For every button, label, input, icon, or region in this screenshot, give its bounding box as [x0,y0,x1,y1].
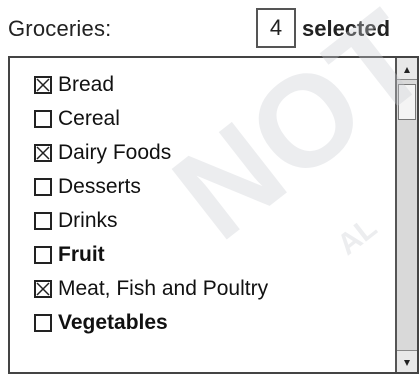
arrow-down-icon [403,355,411,369]
checkbox[interactable] [34,144,52,162]
list-item-label: Bread [58,73,115,96]
list-item-label: Fruit [58,243,105,266]
scroll-thumb[interactable] [398,84,416,120]
list-item-bread[interactable]: Bread [34,68,114,102]
list-item-label: Meat, Fish and Poultry [58,277,269,300]
list-item-label: Vegetables [58,311,168,334]
checkbox[interactable] [34,280,52,298]
checkbox[interactable] [34,178,52,196]
checkbox[interactable] [34,76,52,94]
arrow-up-icon [403,62,411,76]
list-item-label: Dairy Foods [58,141,172,164]
selected-count-value: 4 [269,15,283,40]
checkbox[interactable] [34,314,52,332]
groceries-label: Groceries: [8,16,112,41]
checkbox[interactable] [34,212,52,230]
groceries-dialog: Groceries: 4 selected Bread Cereal Dairy… [0,0,419,377]
list-item-cereal[interactable]: Cereal [34,102,120,136]
list-item-vegetables[interactable]: Vegetables [34,306,168,340]
groceries-list: Bread Cereal Dairy Foods Desserts Drinks [10,58,395,372]
list-item-label: Drinks [58,209,118,232]
scroll-down-button[interactable] [397,350,417,372]
selected-count-field: 4 [256,8,296,48]
checkbox[interactable] [34,246,52,264]
list-item-label: Desserts [58,175,141,198]
list-item-dairy-foods[interactable]: Dairy Foods [34,136,171,170]
list-item-label: Cereal [58,107,120,130]
list-item-drinks[interactable]: Drinks [34,204,118,238]
selected-label: selected [302,16,391,41]
scroll-up-button[interactable] [397,58,417,80]
list-item-meat-fish-poultry[interactable]: Meat, Fish and Poultry [34,272,268,306]
vertical-scrollbar[interactable] [395,58,417,372]
list-item-fruit[interactable]: Fruit [34,238,105,272]
checkbox[interactable] [34,110,52,128]
list-item-desserts[interactable]: Desserts [34,170,141,204]
groceries-listbox[interactable]: Bread Cereal Dairy Foods Desserts Drinks [8,56,419,374]
